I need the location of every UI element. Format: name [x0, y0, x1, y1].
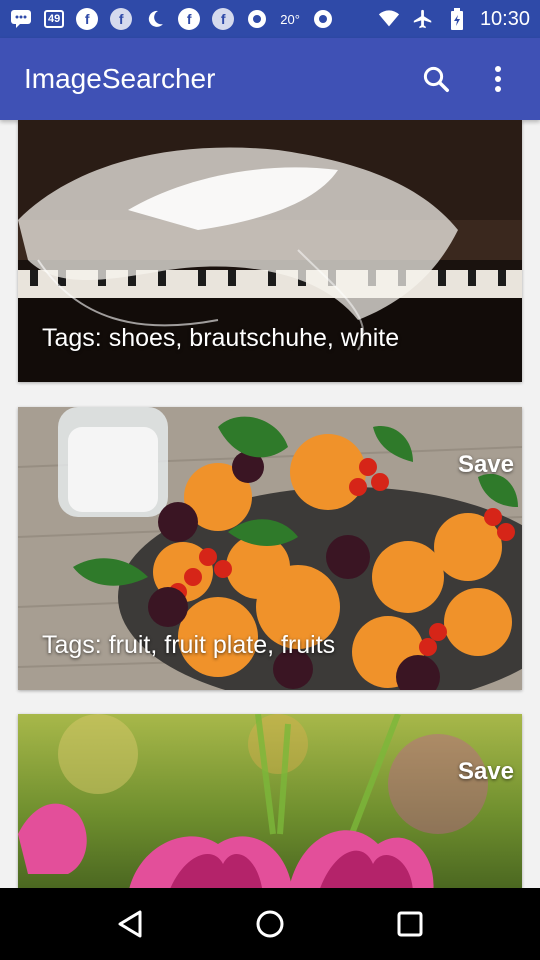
- clock-time: 10:30: [479, 7, 530, 30]
- image-card[interactable]: Tags: shoes, brautschuhe, white: [18, 120, 522, 382]
- image-results-list[interactable]: Tags: shoes, brautschuhe, white Save Tag…: [0, 120, 540, 888]
- airplane-mode-icon: [412, 8, 434, 30]
- overflow-menu-button[interactable]: [480, 61, 516, 97]
- more-vert-icon: [495, 66, 501, 92]
- app-f-icon: f: [178, 8, 201, 30]
- app-f-icon: f: [110, 8, 133, 30]
- status-bar: 49 f f f f 20° 10:30: [0, 0, 540, 38]
- recents-square-icon: [397, 911, 423, 937]
- back-triangle-icon: [118, 910, 142, 938]
- card-tags: Tags: fruit, fruit plate, fruits: [42, 631, 336, 659]
- image-card[interactable]: Save Tags: fruit, fruit plate, fruits: [18, 407, 522, 690]
- card-tags: Tags: shoes, brautschuhe, white: [42, 324, 400, 352]
- settings-gear-icon: [246, 8, 268, 30]
- app-title: ImageSearcher: [24, 63, 216, 94]
- status-left: 49 f f f f 20°: [10, 8, 334, 30]
- wifi-icon: [378, 8, 400, 30]
- home-circle-icon: [256, 910, 284, 938]
- back-button[interactable]: [112, 906, 148, 942]
- image-card[interactable]: Save: [18, 714, 522, 888]
- battery-icon: [446, 8, 468, 30]
- app-f-icon: f: [212, 8, 235, 30]
- home-button[interactable]: [252, 906, 288, 942]
- search-icon: [423, 66, 449, 92]
- search-button[interactable]: [418, 61, 454, 97]
- app-toolbar: ImageSearcher: [0, 38, 540, 120]
- chat-bubble-icon: [10, 8, 32, 30]
- save-button[interactable]: Save: [458, 758, 514, 786]
- water-lily-image: [18, 714, 522, 888]
- system-navigation-bar: [0, 888, 540, 960]
- recents-button[interactable]: [392, 906, 428, 942]
- save-button[interactable]: Save: [458, 451, 514, 479]
- toolbar-actions: [418, 61, 516, 97]
- settings-gear-icon: [312, 8, 334, 30]
- notification-count-badge: 49: [44, 10, 65, 28]
- temperature-text: 20°: [280, 11, 300, 27]
- moon-icon: [144, 8, 166, 30]
- app-f-icon: f: [76, 8, 99, 30]
- status-right: 10:30: [378, 8, 530, 31]
